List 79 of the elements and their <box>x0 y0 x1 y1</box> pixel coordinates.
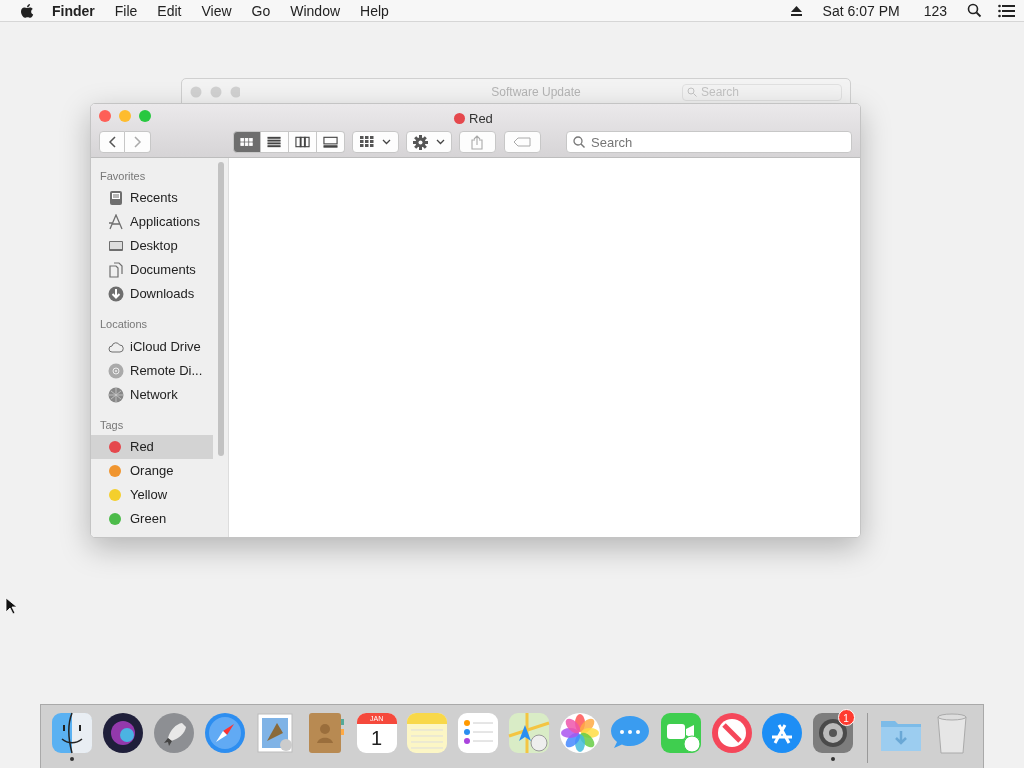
view-button[interactable] <box>317 131 345 153</box>
columns-icon <box>295 135 310 149</box>
sidebar-item[interactable]: Applications <box>91 210 213 234</box>
view-button[interactable] <box>261 131 289 153</box>
monitor-icon <box>108 238 124 254</box>
checklist-icon[interactable] <box>456 711 501 755</box>
documents-icon <box>108 262 124 278</box>
icon-grid-icon <box>359 136 374 148</box>
tag-button[interactable] <box>503 131 541 153</box>
sidebar-heading: Tags <box>99 417 125 433</box>
forward-button[interactable] <box>125 131 151 153</box>
sidebar-item[interactable]: Red <box>91 435 213 459</box>
view-button[interactable] <box>289 131 317 153</box>
sidebar-item[interactable]: Desktop <box>91 234 213 258</box>
sidebar-item[interactable]: Yellow <box>91 483 213 507</box>
list-view-icon <box>267 135 282 149</box>
map-icon[interactable] <box>506 711 551 755</box>
no-sign-icon[interactable] <box>709 711 754 755</box>
gallery-icon <box>323 135 338 149</box>
sidebar-item[interactable]: iCloud Drive <box>91 334 213 359</box>
eject-icon[interactable] <box>789 4 803 17</box>
tray-icon <box>108 190 124 206</box>
search-icon <box>573 136 585 148</box>
search-icon[interactable] <box>967 3 982 18</box>
sidebar-item[interactable]: Downloads <box>91 282 213 306</box>
share-button[interactable] <box>458 131 496 153</box>
video-phone-icon[interactable] <box>659 711 703 755</box>
chevron-right-icon <box>133 136 142 148</box>
menu-item[interactable]: Go <box>241 0 281 22</box>
view-button[interactable] <box>233 131 261 153</box>
app-menu[interactable]: Finder <box>42 0 105 22</box>
menu-item[interactable]: Edit <box>147 0 192 22</box>
letter-a-icon <box>108 214 124 230</box>
apple-icon[interactable] <box>20 2 34 19</box>
close-button[interactable] <box>99 110 111 122</box>
sidebar-item[interactable]: Green <box>91 507 213 531</box>
search-field[interactable]: Search <box>566 131 852 153</box>
sidebar-item[interactable]: Documents <box>91 258 213 282</box>
calendar-day: 1 <box>371 726 383 750</box>
sidebar-item[interactable]: Orange <box>91 459 213 483</box>
flower-icon[interactable] <box>557 711 602 755</box>
window-title: Software Update <box>490 84 582 101</box>
scrollbar[interactable] <box>218 161 224 456</box>
sidebar-item[interactable]: Remote Di... <box>91 358 213 383</box>
menu-item[interactable]: Window <box>280 0 351 22</box>
zoom-button[interactable] <box>139 110 151 122</box>
input-source[interactable]: 123 <box>919 0 951 22</box>
search-icon <box>687 87 697 97</box>
icon-grid-icon <box>240 135 254 149</box>
menu-item[interactable]: Help <box>350 0 399 22</box>
orb-icon[interactable] <box>101 711 146 755</box>
caret-icon <box>381 139 391 145</box>
list-icon[interactable] <box>998 3 1016 18</box>
sidebar-heading: Favorites <box>99 168 147 184</box>
gear-icon[interactable] <box>811 711 856 755</box>
group-button[interactable] <box>352 131 399 153</box>
tag-icon <box>513 137 532 147</box>
sidebar-heading: Locations <box>99 317 149 332</box>
compass-icon[interactable] <box>202 711 247 755</box>
sidebar-item[interactable]: Network <box>91 382 213 407</box>
menu-item[interactable]: File <box>104 0 148 22</box>
back-button[interactable] <box>99 131 125 153</box>
caret-icon <box>435 139 445 145</box>
menu-item[interactable]: View <box>191 0 242 22</box>
window-title: Red <box>469 110 493 128</box>
share-icon <box>471 134 484 150</box>
letter-a-icon[interactable] <box>760 711 805 755</box>
clock[interactable]: Sat 6:07 PM <box>818 0 904 22</box>
disc-icon <box>108 362 124 379</box>
window-controls-icon <box>190 86 240 98</box>
action-button[interactable] <box>405 131 452 153</box>
rocket-icon[interactable] <box>151 711 196 755</box>
smiling-face-icon[interactable] <box>50 711 95 755</box>
gear-icon <box>412 134 428 150</box>
chevron-left-icon <box>108 136 116 148</box>
download-icon <box>108 286 124 302</box>
cursor-icon <box>5 597 16 614</box>
globe-icon <box>108 386 124 403</box>
sidebar-item[interactable]: Recents <box>91 186 213 210</box>
